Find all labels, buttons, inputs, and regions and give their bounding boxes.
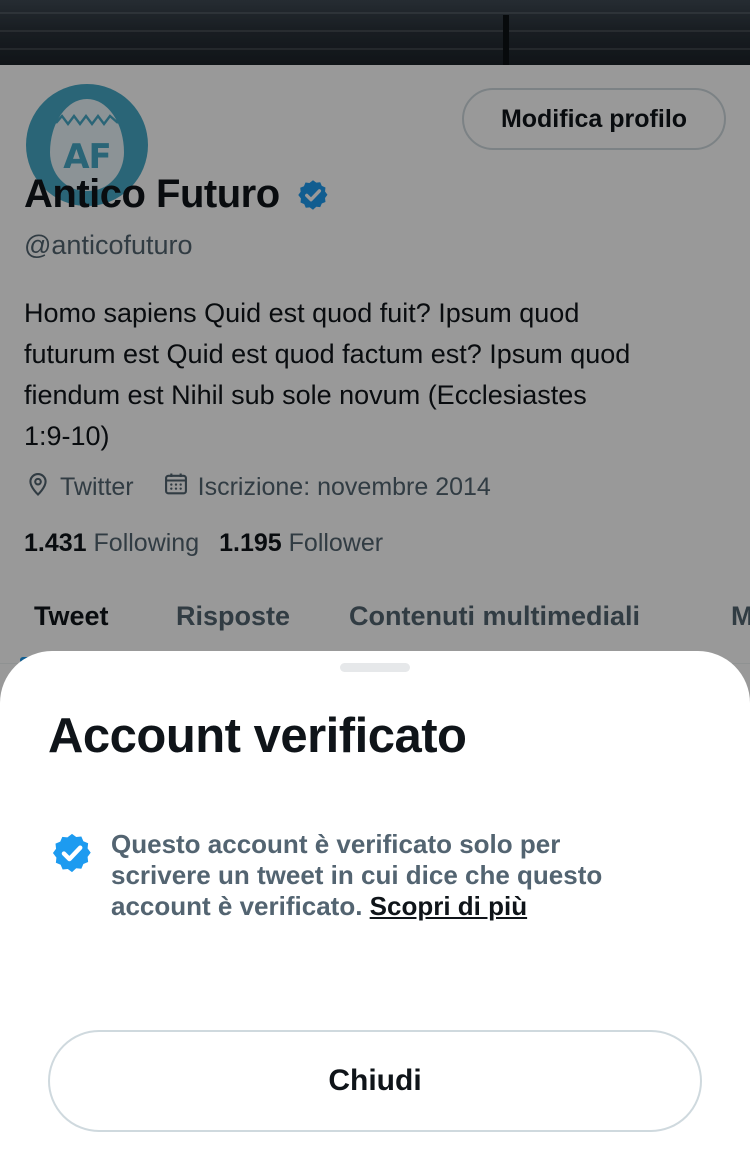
- sheet-description: Questo account è verificato solo per scr…: [111, 829, 602, 922]
- close-button[interactable]: Chiudi: [48, 1030, 702, 1132]
- sheet-message: Questo account è verificato solo per scr…: [50, 829, 710, 922]
- sheet-title: Account verificato: [48, 709, 467, 763]
- verified-bottom-sheet: Account verificato Questo account è veri…: [0, 651, 750, 1149]
- sheet-text-line: Questo account è verificato solo per: [111, 829, 561, 859]
- verified-badge-icon: [50, 831, 94, 880]
- learn-more-link[interactable]: Scopri di più: [370, 891, 527, 921]
- sheet-text-line: account è verificato.: [111, 891, 363, 921]
- sheet-drag-handle[interactable]: [340, 663, 410, 672]
- sheet-text-line: scrivere un tweet in cui dice che questo: [111, 860, 603, 890]
